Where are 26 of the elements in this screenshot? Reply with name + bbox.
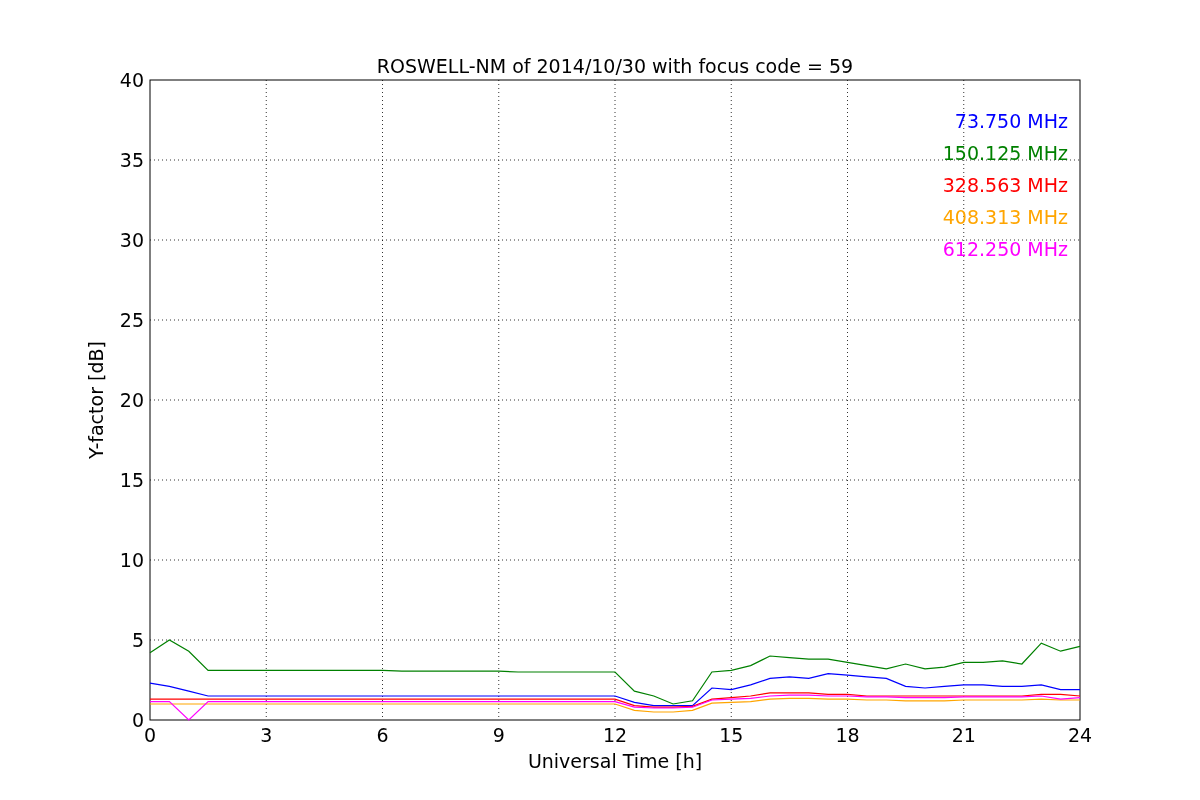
x-tick-label: 21: [951, 724, 976, 746]
x-tick-label: 9: [492, 724, 505, 746]
legend-label: 150.125 MHz: [942, 142, 1068, 164]
x-tick-label: 6: [376, 724, 389, 746]
x-tick-label: 24: [1067, 724, 1093, 746]
y-tick-label: 30: [119, 229, 144, 251]
x-tick-label: 3: [260, 724, 273, 746]
legend-label: 328.563 MHz: [942, 174, 1068, 196]
y-tick-label: 5: [131, 629, 144, 651]
y-tick-label: 0: [131, 709, 144, 731]
x-tick-label: 0: [143, 724, 157, 746]
chart-title: ROSWELL-NM of 2014/10/30 with focus code = 59: [376, 55, 854, 77]
legend-label: 408.313 MHz: [942, 206, 1068, 228]
x-tick-label: 18: [835, 724, 860, 746]
x-tick-label: 15: [719, 724, 744, 746]
y-tick-label: 25: [119, 309, 144, 331]
y-tick-label: 35: [119, 149, 144, 171]
legend-label: 73.750 MHz: [954, 110, 1068, 132]
y-tick-label: 40: [119, 69, 144, 91]
y-tick-label: 10: [119, 549, 144, 571]
x-axis-label: Universal Time [h]: [527, 750, 703, 772]
x-tick-label: 12: [602, 724, 628, 746]
y-axis-label: Y-factor [dB]: [85, 341, 107, 459]
legend-label: 612.250 MHz: [942, 238, 1068, 260]
y-tick-label: 15: [119, 469, 144, 491]
y-tick-label: 20: [119, 389, 144, 411]
